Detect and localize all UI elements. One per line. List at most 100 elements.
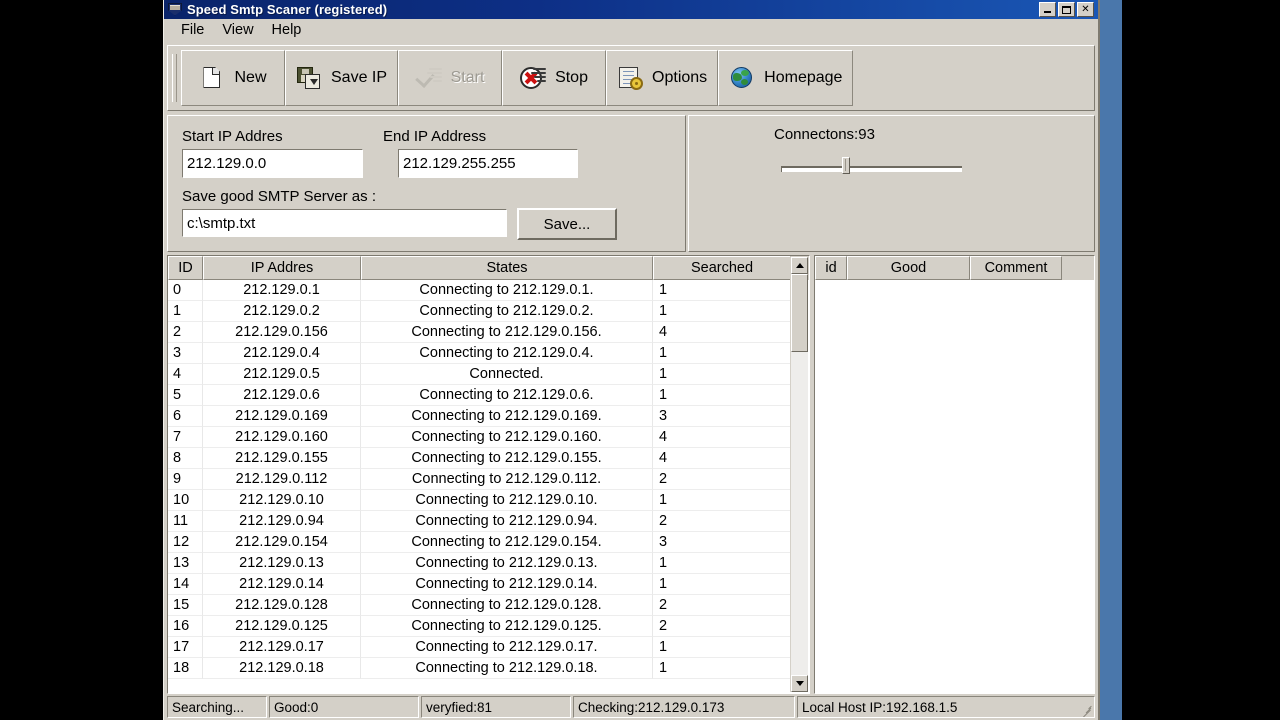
cell-state: Connecting to 212.129.0.1. xyxy=(361,280,653,301)
application-window: Speed Smtp Scaner (registered) ✕ File Vi… xyxy=(163,0,1100,720)
table-row[interactable]: 10 212.129.0.10 Connecting to 212.129.0.10… xyxy=(168,490,809,511)
cell-state: Connecting to 212.129.0.17. xyxy=(361,637,653,658)
minimize-button[interactable] xyxy=(1039,2,1056,17)
start-ip-input[interactable]: 212.129.0.0 xyxy=(182,149,363,178)
scroll-up-button[interactable] xyxy=(791,257,808,274)
cell-ip: 212.129.0.125 xyxy=(203,616,361,637)
table-row[interactable]: 5 212.129.0.6 Connecting to 212.129.0.6. 1 xyxy=(168,385,809,406)
cell-state: Connecting to 212.129.0.169. xyxy=(361,406,653,427)
column-header-comment[interactable]: Comment xyxy=(970,256,1062,280)
table-row[interactable]: 13 212.129.0.13 Connecting to 212.129.0.13… xyxy=(168,553,809,574)
table-row[interactable]: 17 212.129.0.17 Connecting to 212.129.0.17… xyxy=(168,637,809,658)
table-row[interactable]: 1 212.129.0.2 Connecting to 212.129.0.2. 1 xyxy=(168,301,809,322)
menu-bar: File View Help xyxy=(164,19,1098,42)
globe-icon xyxy=(729,65,755,91)
parameters-area: Start IP Addres 212.129.0.0 End IP Addre… xyxy=(167,115,1095,252)
cell-ip: 212.129.0.4 xyxy=(203,343,361,364)
cell-ip: 212.129.0.160 xyxy=(203,427,361,448)
ip-range-panel: Start IP Addres 212.129.0.0 End IP Addre… xyxy=(167,115,686,252)
connections-panel: Connectons:93 xyxy=(688,115,1095,252)
cell-ip: 212.129.0.112 xyxy=(203,469,361,490)
table-row[interactable]: 6 212.129.0.169 Connecting to 212.129.0.16… xyxy=(168,406,809,427)
cell-ip: 212.129.0.13 xyxy=(203,553,361,574)
cell-id: 10 xyxy=(168,490,203,511)
menu-item-file[interactable]: File xyxy=(172,20,213,40)
scrollbar-track[interactable] xyxy=(791,274,808,675)
scroll-down-button[interactable] xyxy=(791,675,808,692)
connections-slider-thumb[interactable] xyxy=(841,157,850,174)
cell-ip: 212.129.0.6 xyxy=(203,385,361,406)
menu-item-help[interactable]: Help xyxy=(263,20,311,40)
table-row[interactable]: 15 212.129.0.128 Connecting to 212.129.0.1… xyxy=(168,595,809,616)
table-row[interactable]: 3 212.129.0.4 Connecting to 212.129.0.4. 1 xyxy=(168,343,809,364)
start-ip-label: Start IP Addres xyxy=(182,128,283,145)
table-row[interactable]: 11 212.129.0.94 Connecting to 212.129.0.94… xyxy=(168,511,809,532)
column-header-id[interactable]: ID xyxy=(168,256,203,280)
cell-id: 3 xyxy=(168,343,203,364)
close-icon: ✕ xyxy=(1081,3,1090,15)
column-header-ip[interactable]: IP Addres xyxy=(203,256,361,280)
table-row[interactable]: 2 212.129.0.156 Connecting to 212.129.0.15… xyxy=(168,322,809,343)
table-row[interactable]: 4 212.129.0.5 Connected. 1 xyxy=(168,364,809,385)
end-ip-input[interactable]: 212.129.255.255 xyxy=(398,149,578,178)
maximize-button[interactable] xyxy=(1058,2,1075,17)
scrollbar-thumb[interactable] xyxy=(791,274,808,352)
connections-slider-track[interactable] xyxy=(781,166,962,172)
table-row[interactable]: 9 212.129.0.112 Connecting to 212.129.0.11… xyxy=(168,469,809,490)
status-panel-verified: veryfied:81 xyxy=(421,696,571,718)
cell-ip: 212.129.0.128 xyxy=(203,595,361,616)
column-header-good-id[interactable]: id xyxy=(815,256,847,280)
window-title: Speed Smtp Scaner (registered) xyxy=(187,2,388,17)
table-row[interactable]: 18 212.129.0.18 Connecting to 212.129.0.18… xyxy=(168,658,809,679)
cell-id: 6 xyxy=(168,406,203,427)
cell-id: 7 xyxy=(168,427,203,448)
cell-id: 15 xyxy=(168,595,203,616)
status-bar: Searching... Good:0 veryfied:81 Checking… xyxy=(167,696,1095,718)
homepage-button[interactable]: Homepage xyxy=(718,50,854,106)
check-swoosh-icon xyxy=(414,65,442,91)
cell-state: Connecting to 212.129.0.2. xyxy=(361,301,653,322)
cell-ip: 212.129.0.18 xyxy=(203,658,361,679)
resize-grip-icon[interactable] xyxy=(1080,704,1092,717)
cell-ip: 212.129.0.17 xyxy=(203,637,361,658)
options-button[interactable]: Options xyxy=(606,50,719,106)
table-row[interactable]: 8 212.129.0.155 Connecting to 212.129.0.15… xyxy=(168,448,809,469)
column-header-states[interactable]: States xyxy=(361,256,653,280)
cell-state: Connected. xyxy=(361,364,653,385)
table-row[interactable]: 16 212.129.0.125 Connecting to 212.129.0.1… xyxy=(168,616,809,637)
new-button[interactable]: New xyxy=(181,50,285,106)
cell-id: 16 xyxy=(168,616,203,637)
save-ip-button[interactable]: Save IP xyxy=(285,50,399,106)
table-row[interactable]: 12 212.129.0.154 Connecting to 212.129.0.1… xyxy=(168,532,809,553)
cell-state: Connecting to 212.129.0.13. xyxy=(361,553,653,574)
cell-state: Connecting to 212.129.0.94. xyxy=(361,511,653,532)
scan-results-header: ID IP Addres States Searched xyxy=(168,256,809,280)
table-row[interactable]: 0 212.129.0.1 Connecting to 212.129.0.1. 1 xyxy=(168,280,809,301)
cell-searched: 1 xyxy=(653,364,791,385)
save-ip-button-label: Save IP xyxy=(331,69,388,86)
title-bar[interactable]: Speed Smtp Scaner (registered) ✕ xyxy=(164,0,1098,19)
cell-searched: 1 xyxy=(653,490,791,511)
cell-ip: 212.129.0.14 xyxy=(203,574,361,595)
table-row[interactable]: 14 212.129.0.14 Connecting to 212.129.0.14… xyxy=(168,574,809,595)
start-button-label: Start xyxy=(450,69,485,86)
cell-id: 17 xyxy=(168,637,203,658)
column-header-searched[interactable]: Searched xyxy=(653,256,791,280)
stop-button[interactable]: Stop xyxy=(502,50,607,106)
cell-id: 9 xyxy=(168,469,203,490)
scan-results-scrollbar[interactable] xyxy=(790,257,808,692)
table-row[interactable]: 7 212.129.0.160 Connecting to 212.129.0.16… xyxy=(168,427,809,448)
chevron-up-icon xyxy=(795,263,804,268)
save-button[interactable]: Save... xyxy=(517,208,617,240)
cell-searched: 1 xyxy=(653,658,791,679)
cell-id: 5 xyxy=(168,385,203,406)
toolbar-grip[interactable] xyxy=(172,54,177,102)
start-button[interactable]: Start xyxy=(398,50,503,106)
close-button[interactable]: ✕ xyxy=(1077,2,1094,17)
cell-searched: 1 xyxy=(653,280,791,301)
column-header-good[interactable]: Good xyxy=(847,256,970,280)
cell-ip: 212.129.0.154 xyxy=(203,532,361,553)
menu-item-view[interactable]: View xyxy=(213,20,262,40)
homepage-button-label: Homepage xyxy=(764,69,843,86)
save-path-input[interactable]: c:\smtp.txt xyxy=(182,209,507,237)
